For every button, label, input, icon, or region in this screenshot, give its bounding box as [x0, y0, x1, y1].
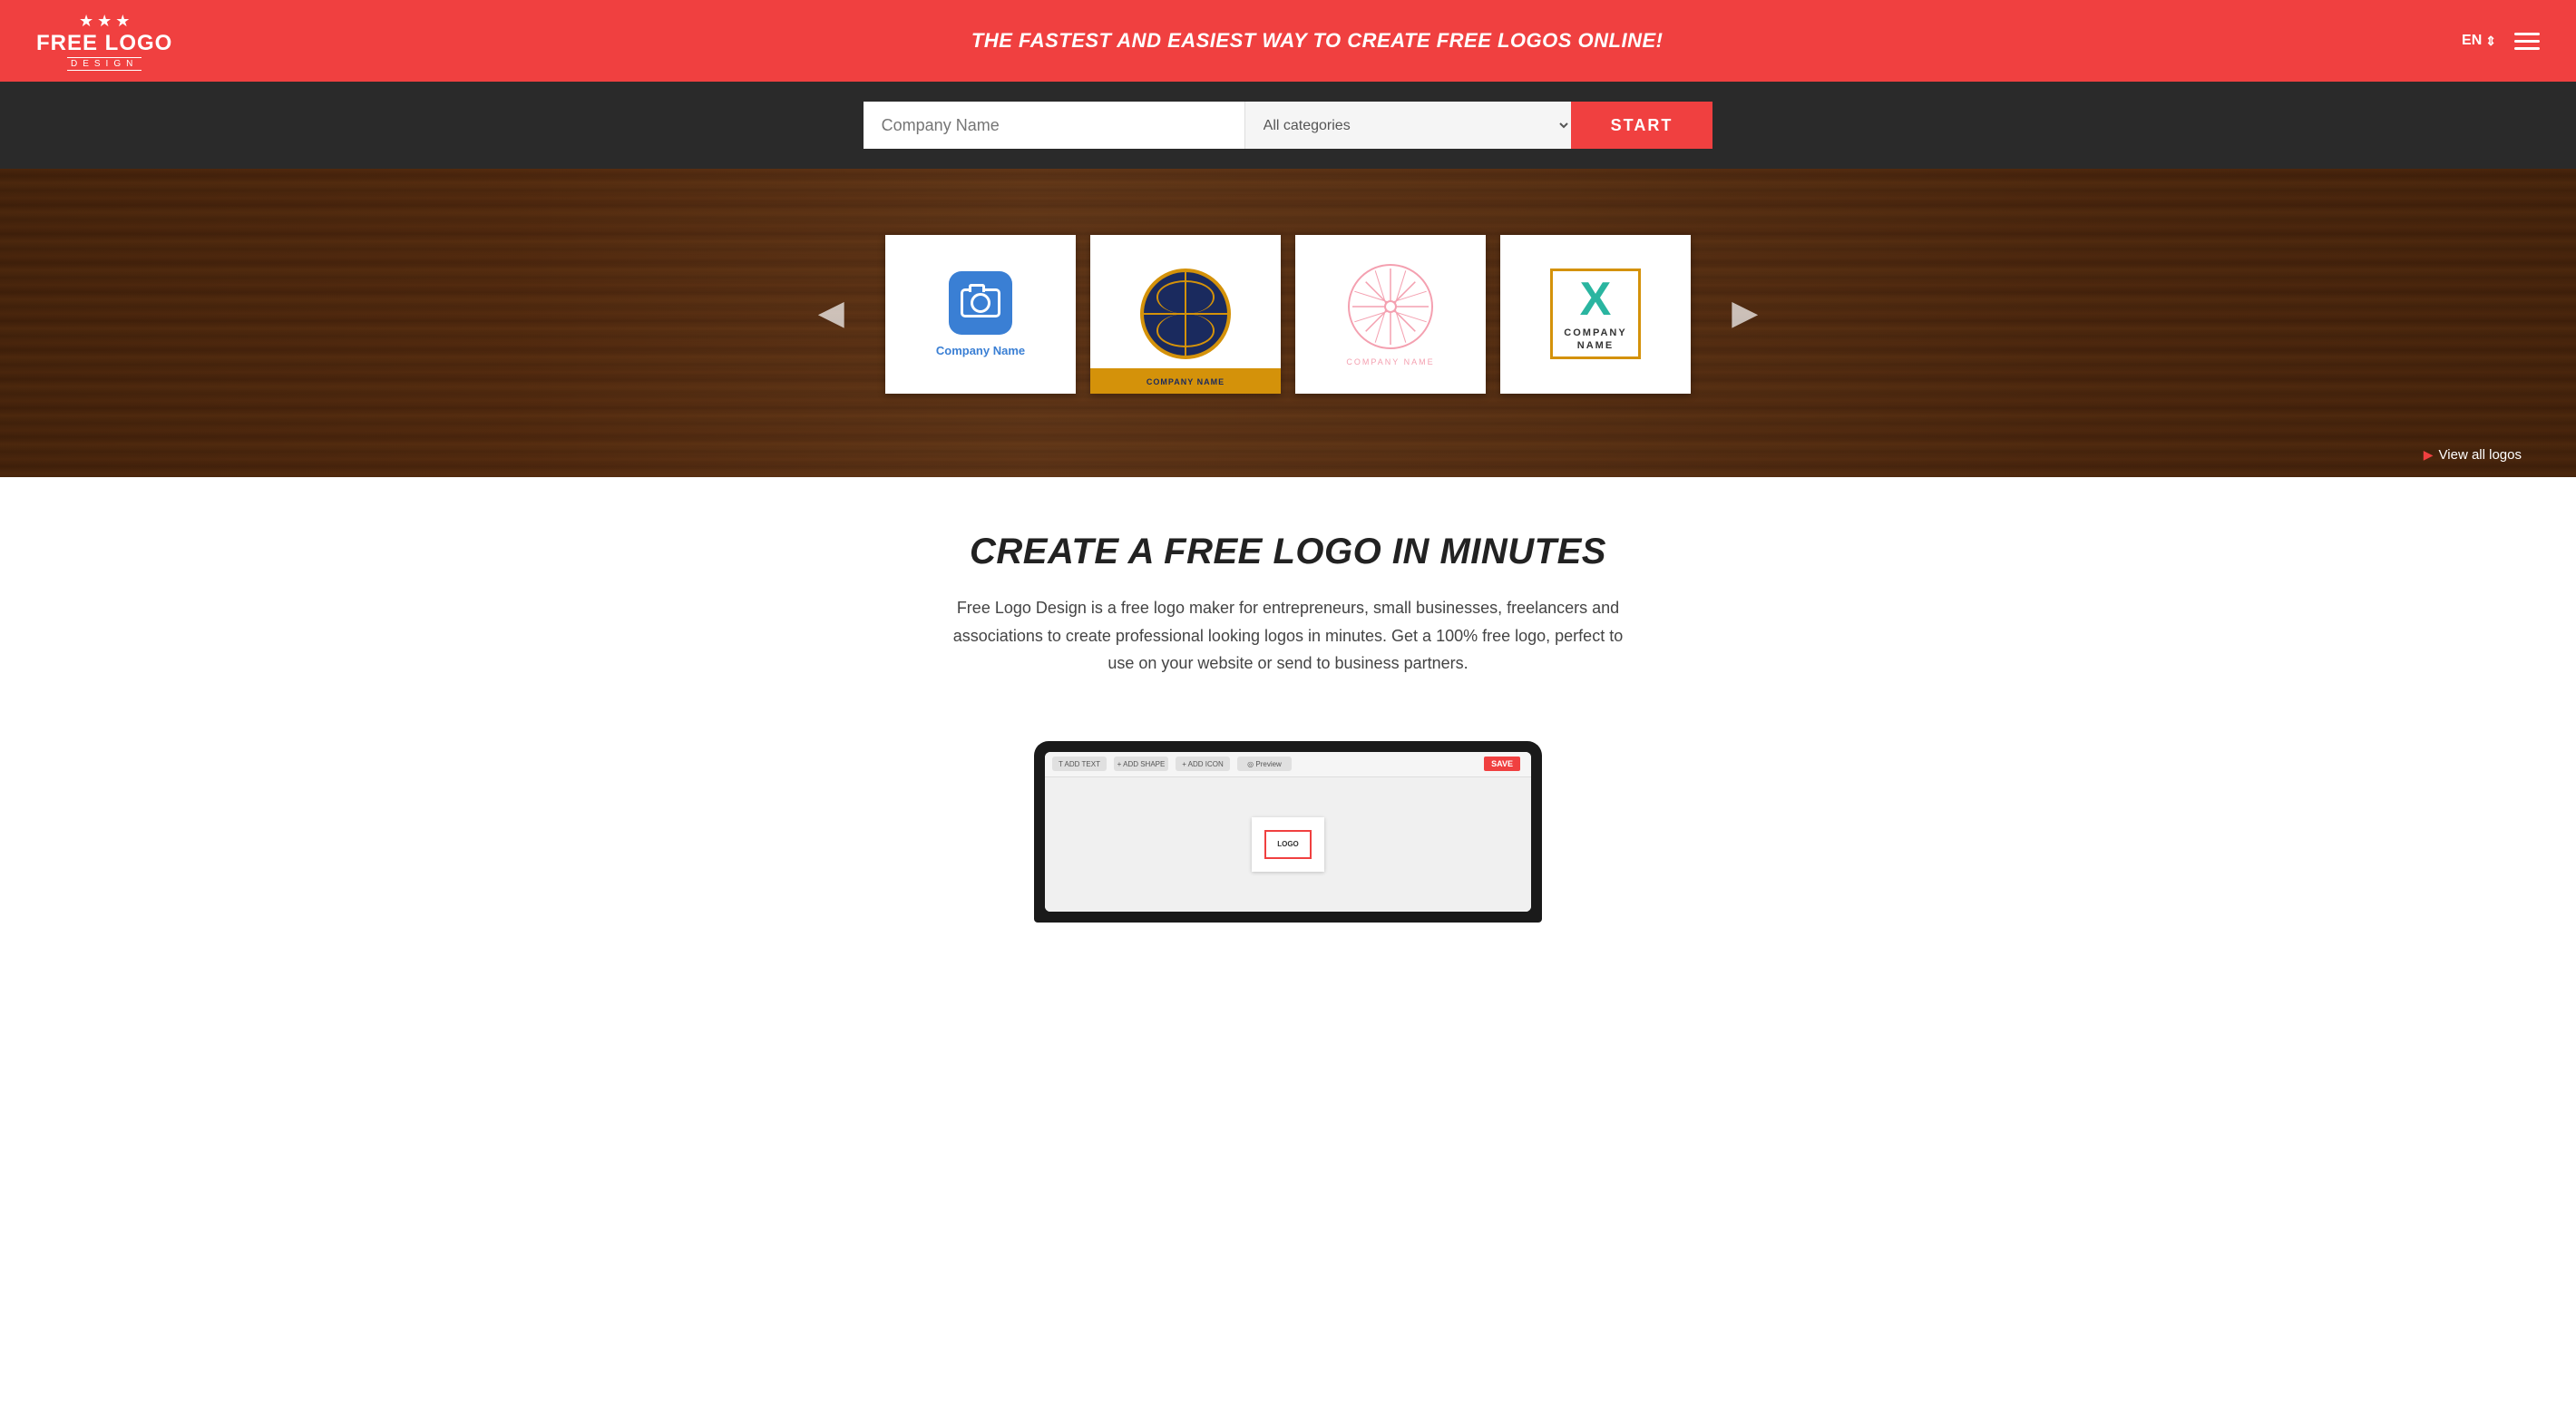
view-all-arrow-icon: ▶	[2424, 447, 2434, 463]
hamburger-line	[2514, 33, 2540, 35]
carousel-prev-button[interactable]: ◄	[791, 292, 871, 336]
logo-text-main: FREE LOGO	[36, 33, 172, 54]
view-all-logos-label: View all logos	[2439, 447, 2522, 463]
basketball-card-bottom: COMPANY NAME	[1090, 368, 1281, 394]
logo-stars: ★ ★ ★	[79, 12, 130, 31]
tablet-canvas: LOGO	[1045, 777, 1531, 912]
menu-button[interactable]	[2514, 33, 2540, 50]
wheel-wrapper	[1345, 261, 1436, 352]
logo-carousel: ◄ Company Name COMPANY NAME	[0, 235, 2576, 394]
x-letter-icon: X	[1580, 276, 1612, 323]
card-camera-label: Company Name	[936, 344, 1025, 357]
logo-card-basketball[interactable]: COMPANY NAME	[1090, 235, 1281, 394]
section-description: Free Logo Design is a free logo maker fo…	[943, 594, 1633, 678]
start-button[interactable]: START	[1571, 102, 1713, 149]
camera-icon	[961, 288, 1000, 317]
company-name-input[interactable]	[864, 102, 1244, 149]
basketball-icon	[1140, 269, 1231, 359]
content-section: CREATE A FREE LOGO IN MINUTES Free Logo …	[880, 477, 1696, 741]
camera-icon-container	[949, 271, 1012, 335]
logo-cards-container: Company Name COMPANY NAME	[885, 235, 1691, 394]
basketball-card-label: COMPANY NAME	[1147, 377, 1225, 386]
carousel-next-button[interactable]: ►	[1705, 292, 1785, 336]
toolbar-add-text[interactable]: T ADD TEXT	[1052, 757, 1107, 771]
wheel-card-label: COMPANY NAME	[1346, 357, 1434, 366]
star-icon: ★	[115, 12, 130, 31]
tablet-toolbar: T ADD TEXT + ADD SHAPE + ADD ICON ◎ Prev…	[1045, 752, 1531, 777]
view-all-logos-link[interactable]: ▶ View all logos	[2424, 447, 2522, 463]
x-card-label: COMPANYNAME	[1564, 327, 1626, 353]
hamburger-line	[2514, 47, 2540, 50]
basketball-wrapper: COMPANY NAME	[1090, 235, 1281, 394]
basketball-curve-bottom	[1156, 314, 1215, 347]
logo-card-x[interactable]: X COMPANYNAME	[1500, 235, 1691, 394]
toolbar-add-icon[interactable]: + ADD ICON	[1176, 757, 1230, 771]
star-icon: ★	[97, 12, 112, 31]
hamburger-line	[2514, 40, 2540, 43]
toolbar-preview[interactable]: ◎ Preview	[1237, 757, 1292, 771]
logo-brand[interactable]: ★ ★ ★ FREE LOGO DESIGN	[36, 12, 172, 71]
search-bar: All categories Technology Sports Food & …	[0, 82, 2576, 169]
device-preview-section: T ADD TEXT + ADD SHAPE + ADD ICON ◎ Prev…	[0, 741, 2576, 950]
category-select[interactable]: All categories Technology Sports Food & …	[1244, 102, 1571, 149]
toolbar-add-shape[interactable]: + ADD SHAPE	[1114, 757, 1168, 771]
x-logo-border: X COMPANYNAME	[1550, 269, 1641, 359]
language-selector[interactable]: EN ⇕	[2462, 33, 2496, 49]
tablet-frame: T ADD TEXT + ADD SHAPE + ADD ICON ◎ Prev…	[1034, 741, 1542, 923]
logo-text-sub: DESIGN	[67, 57, 141, 71]
basketball-curve-top	[1156, 280, 1215, 314]
lang-label: EN	[2462, 33, 2482, 49]
lang-arrow-icon: ⇕	[2485, 34, 2496, 49]
header: ★ ★ ★ FREE LOGO DESIGN THE FASTEST AND E…	[0, 0, 2576, 82]
logo-line1: FREE LOGO	[36, 31, 172, 55]
wheel-icon	[1345, 261, 1436, 352]
logo-card-camera[interactable]: Company Name	[885, 235, 1076, 394]
tablet-screen: T ADD TEXT + ADD SHAPE + ADD ICON ◎ Prev…	[1045, 752, 1531, 912]
x-logo-wrapper: X COMPANYNAME	[1550, 235, 1641, 394]
section-title: CREATE A FREE LOGO IN MINUTES	[898, 532, 1678, 572]
header-tagline: THE FASTEST AND EASIEST WAY TO CREATE FR…	[172, 29, 2462, 53]
tablet-save-button[interactable]: SAVE	[1484, 757, 1520, 771]
x-logo-content: X COMPANYNAME	[1564, 276, 1626, 353]
header-right: EN ⇕	[2462, 33, 2540, 50]
hero-section: ◄ Company Name COMPANY NAME	[0, 169, 2576, 477]
star-icon: ★	[79, 12, 93, 31]
svg-text:LOGO: LOGO	[1277, 840, 1299, 848]
logo-card-wheel[interactable]: COMPANY NAME	[1295, 235, 1486, 394]
canvas-logo-preview: LOGO	[1252, 817, 1324, 872]
canvas-svg: LOGO	[1261, 826, 1315, 863]
